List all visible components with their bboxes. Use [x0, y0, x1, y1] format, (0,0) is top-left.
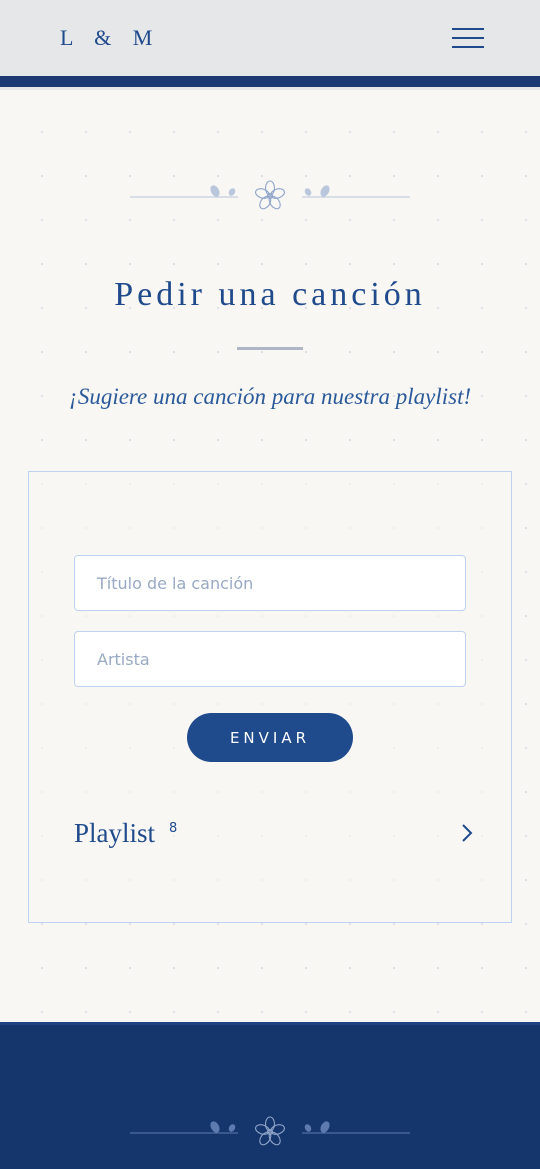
footer-flower-ornament-icon	[130, 1116, 410, 1146]
playlist-label: Playlist	[74, 817, 156, 848]
logo[interactable]: L & M	[60, 25, 160, 51]
top-header: L & M	[0, 0, 540, 76]
playlist-toggle[interactable]: Playlist 8	[74, 810, 474, 856]
chevron-right-icon	[462, 824, 473, 842]
page-title: Pedir una canción	[114, 276, 426, 313]
flower-ornament-icon	[130, 180, 410, 210]
page-subtitle: ¡Sugiere una canción para nuestra playli…	[68, 384, 472, 409]
playlist-count-badge: 8	[169, 820, 178, 836]
hamburger-menu-icon[interactable]	[452, 26, 484, 50]
song-title-input[interactable]	[74, 555, 466, 611]
artist-input[interactable]	[74, 631, 466, 687]
header-accent-bar	[0, 76, 540, 87]
title-divider	[237, 347, 303, 350]
submit-button[interactable]: ENVIAR	[187, 713, 353, 762]
